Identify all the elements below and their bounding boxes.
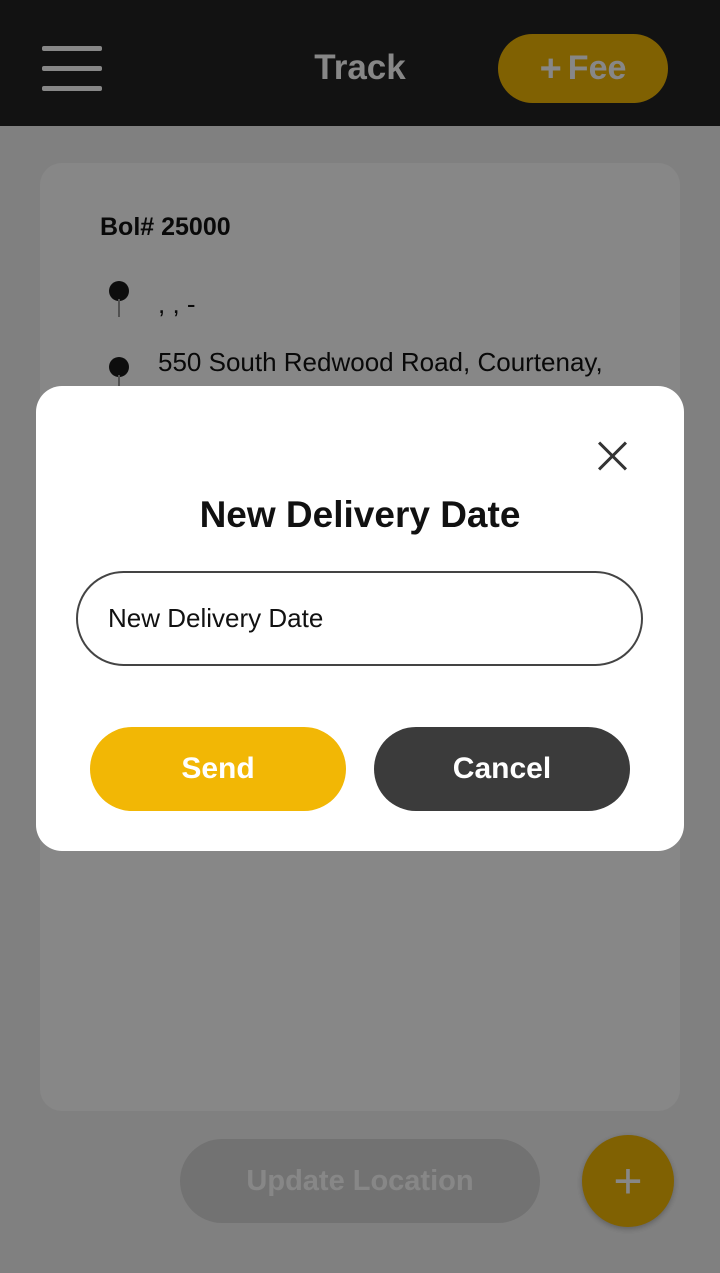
close-icon[interactable]: [598, 441, 628, 471]
cancel-button[interactable]: Cancel: [374, 727, 630, 811]
new-delivery-date-dialog: New Delivery Date Send Cancel: [36, 386, 684, 851]
send-button[interactable]: Send: [90, 727, 346, 811]
dialog-title: New Delivery Date: [199, 494, 521, 535]
delivery-date-input[interactable]: [76, 571, 643, 666]
